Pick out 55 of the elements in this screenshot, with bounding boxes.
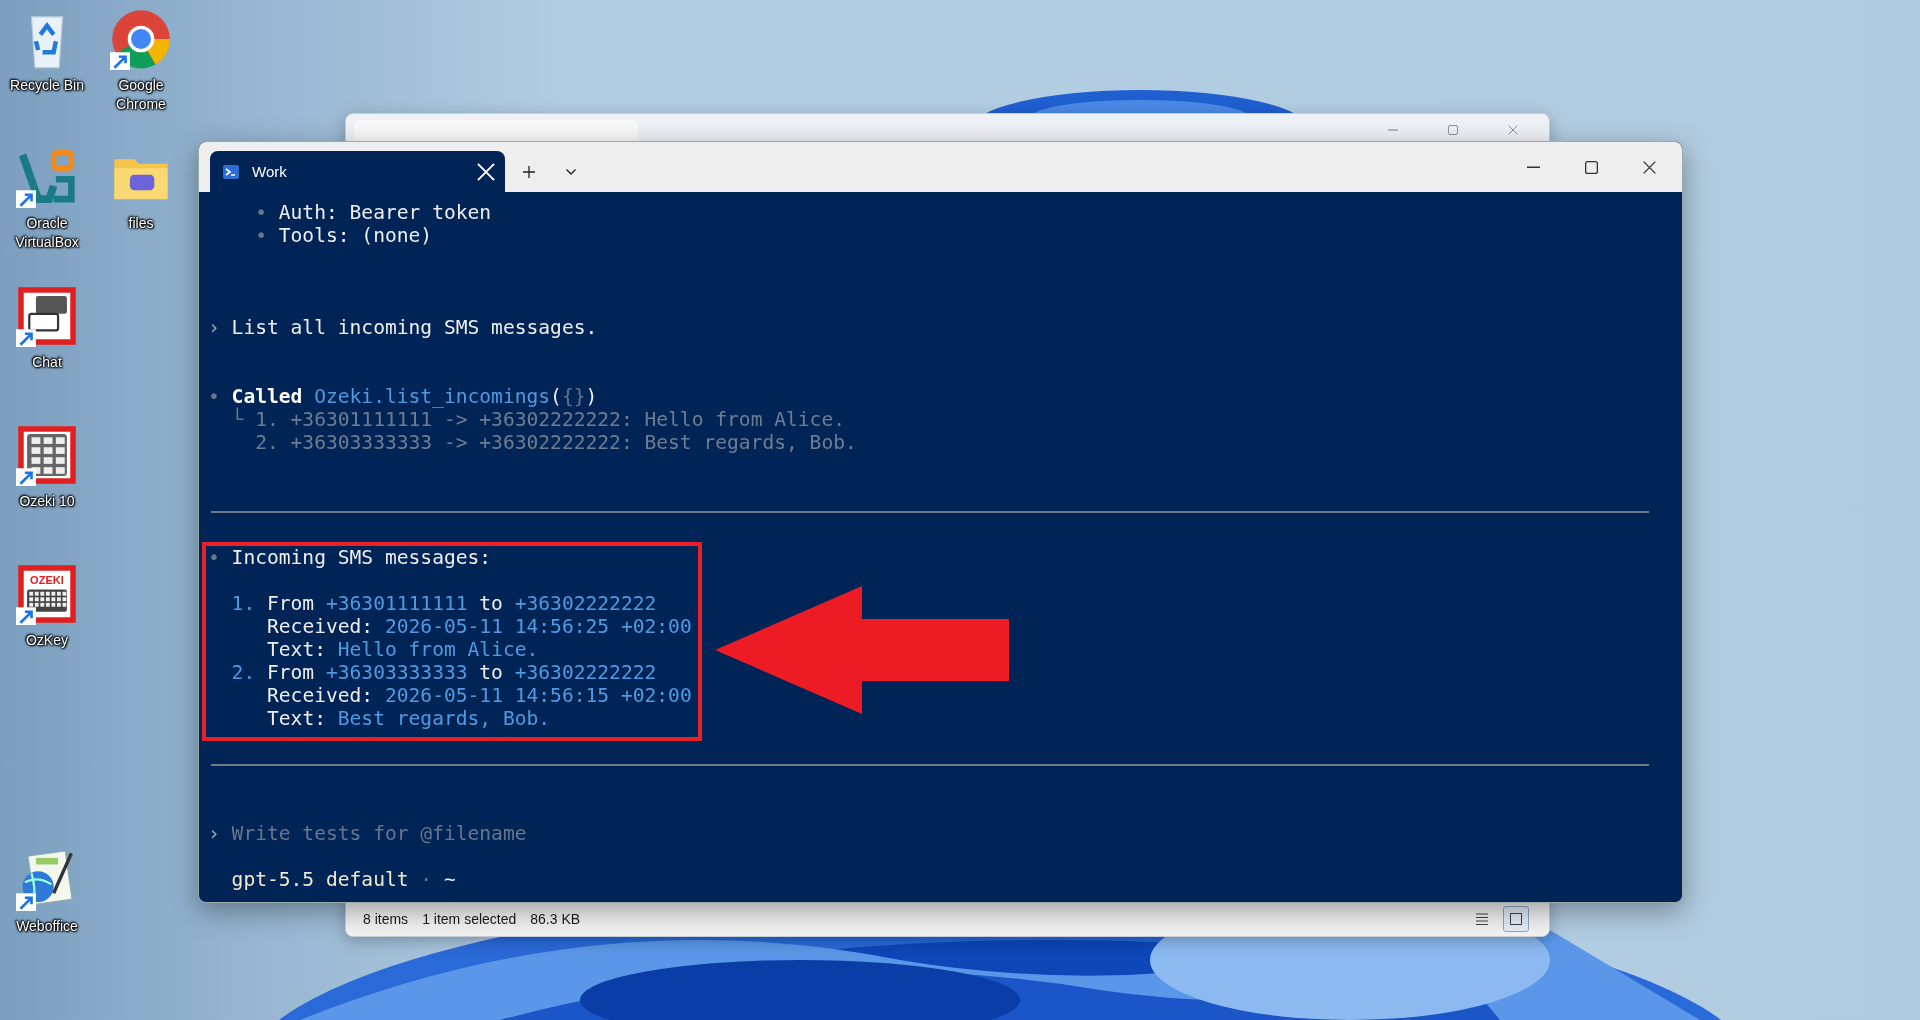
- minimize-icon: [1526, 165, 1540, 169]
- status-text: gpt-5.5 default · ~: [231, 868, 456, 891]
- plus-icon: [523, 165, 535, 178]
- terminal-text: Incoming SMS messages:: [231, 546, 492, 569]
- terminal-tab[interactable]: Work: [210, 151, 505, 192]
- line-marker: •: [208, 546, 221, 569]
- terminal-text: 2. +36303333333 -> +36302222222: Best regards, Bob.: [255, 431, 857, 454]
- terminal-icon: [222, 162, 240, 181]
- file-size: 86.3 KB: [530, 911, 581, 927]
- minimize-icon: [1388, 129, 1398, 131]
- browser-icon[interactable]: [110, 8, 172, 70]
- selection-info: 1 item selected: [422, 911, 517, 927]
- line-marker: 2.: [231, 661, 257, 684]
- list-view-icon: [1474, 911, 1490, 927]
- square-view-icon: [1508, 911, 1524, 927]
- terminal-text: List all incoming SMS messages.: [231, 316, 598, 339]
- terminal-text: From +36303333333 to +36302222222: [267, 661, 657, 684]
- icon-label[interactable]: Oracle VirtualBox: [2, 214, 92, 252]
- terminal-text: Received: 2026-05-11 14:56:25 +02:00: [267, 615, 692, 638]
- terminal-text: Tools: (none): [278, 224, 433, 247]
- icon-label[interactable]: Weboffice: [16, 917, 78, 936]
- terminal-text: 1. +36301111111 -> +36302222222: Hello from Alice.: [255, 408, 845, 431]
- icon-label[interactable]: OzKey: [26, 631, 68, 650]
- terminal-text: Called Ozeki.list_incomings({}): [231, 385, 598, 408]
- line-marker: ›: [208, 822, 221, 845]
- prompt-input[interactable]: Write tests for @filename: [231, 822, 992, 845]
- item-count: 8 items: [363, 911, 409, 927]
- close-tab-button[interactable]: [475, 160, 497, 183]
- tiles-view-button[interactable]: [1503, 906, 1529, 932]
- terminal-text: Auth: Bearer token: [278, 201, 492, 224]
- terminal-text: Text: Best regards, Bob.: [267, 707, 551, 730]
- terminal-text: From +36301111111 to +36302222222: [267, 592, 657, 615]
- terminal-text: Text: Hello from Alice.: [267, 638, 539, 661]
- line-marker: └: [231, 408, 245, 431]
- keypad-icon[interactable]: [16, 424, 78, 486]
- maximize-icon: [1448, 125, 1458, 135]
- terminal-text: Received: 2026-05-11 14:56:15 +02:00: [267, 684, 692, 707]
- icon-label[interactable]: Chat: [32, 353, 62, 372]
- line-marker: •: [208, 385, 221, 408]
- icon-label[interactable]: files: [128, 214, 154, 233]
- close-icon: [1642, 160, 1656, 174]
- line-marker: 1.: [231, 592, 257, 615]
- keyboard-icon[interactable]: OZEKI: [16, 563, 78, 625]
- chat-icon[interactable]: [16, 285, 78, 347]
- line-marker: •: [255, 224, 268, 247]
- icon-label[interactable]: Ozeki 10: [19, 492, 75, 511]
- logo-text: OZEKI: [30, 574, 64, 587]
- close-icon: [1508, 125, 1518, 135]
- icon-label[interactable]: Recycle Bin: [10, 76, 84, 95]
- line-marker: •: [255, 201, 268, 224]
- caret-icon: [566, 168, 576, 175]
- close-icon: [477, 162, 495, 181]
- maximize-icon: [1584, 160, 1598, 174]
- line-marker: ›: [208, 316, 221, 339]
- icon-label[interactable]: Google Chrome: [96, 76, 186, 114]
